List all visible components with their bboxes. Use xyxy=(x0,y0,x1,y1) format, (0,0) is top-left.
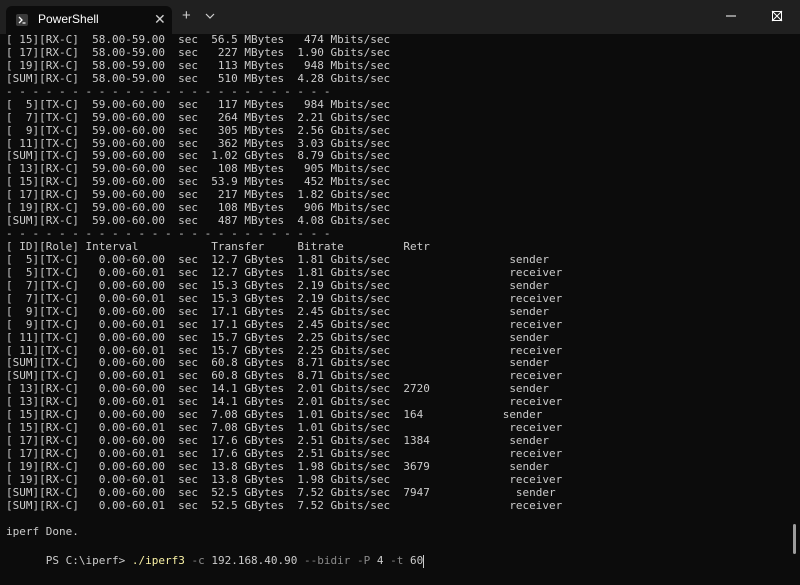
command-value: 192.168.40.90 xyxy=(204,554,298,567)
command-flag: -t xyxy=(383,554,404,567)
minimize-icon xyxy=(726,15,736,17)
command-value: 60 xyxy=(403,554,424,567)
tab-powershell[interactable]: PowerShell ✕ xyxy=(6,6,172,34)
output-lines: [ 15][RX-C] 58.00-59.00 sec 56.5 MBytes … xyxy=(6,33,563,539)
prompt-line[interactable]: PS C:\iperf> ./iperf3 -c 192.168.40.90 -… xyxy=(6,537,425,568)
output-line: [ 7][TX-C] 0.00-60.00 sec 15.3 GBytes 2.… xyxy=(6,278,550,292)
output-line: - - - - - - - - - - - - - - - - - - - - … xyxy=(6,84,331,98)
output-line: [SUM][RX-C] 58.00-59.00 sec 510 MBytes 4… xyxy=(6,71,391,85)
output-line: [ 5][TX-C] 59.00-60.00 sec 117 MBytes 98… xyxy=(6,97,391,111)
terminal-output[interactable]: [ 15][RX-C] 58.00-59.00 sec 56.5 MBytes … xyxy=(0,33,800,568)
close-button[interactable] xyxy=(754,0,800,32)
output-line: [ 9][TX-C] 0.00-60.01 sec 17.1 GBytes 2.… xyxy=(6,317,563,331)
tab-title: PowerShell xyxy=(38,12,99,26)
output-line: [ 19][RX-C] 58.00-59.00 sec 113 MBytes 9… xyxy=(6,58,391,72)
output-line: [ 15][RX-C] 58.00-59.00 sec 56.5 MBytes … xyxy=(6,33,391,46)
title-bar: PowerShell ✕ + xyxy=(0,0,800,34)
output-line: [ 9][TX-C] 59.00-60.00 sec 305 MBytes 2.… xyxy=(6,123,391,137)
new-tab-button[interactable]: + xyxy=(182,8,191,24)
output-line: [SUM][RX-C] 0.00-60.01 sec 52.5 GBytes 7… xyxy=(6,498,563,512)
output-line: [ 5][TX-C] 0.00-60.00 sec 12.7 GBytes 1.… xyxy=(6,252,550,266)
minimize-button[interactable] xyxy=(708,0,754,32)
output-line: [ 17][RX-C] 58.00-59.00 sec 227 MBytes 1… xyxy=(6,45,391,59)
command-flag: -c xyxy=(184,554,205,567)
terminal-window: PowerShell ✕ + [ 15][RX-C] 58.00-59.00 s… xyxy=(0,0,800,568)
command-value: 4 xyxy=(370,554,384,567)
prompt-prefix: PS C:\iperf> xyxy=(45,554,132,567)
output-line: [ 11][TX-C] 0.00-60.00 sec 15.7 GBytes 2… xyxy=(6,330,550,344)
output-line: [ 19][RX-C] 0.00-60.00 sec 13.8 GBytes 1… xyxy=(6,459,550,473)
output-line: [ 19][RX-C] 0.00-60.01 sec 13.8 GBytes 1… xyxy=(6,472,563,486)
output-line: [ 5][TX-C] 0.00-60.01 sec 12.7 GBytes 1.… xyxy=(6,265,563,279)
output-line: [ ID][Role] Interval Transfer Bitrate Re… xyxy=(6,240,430,253)
tab-close-icon[interactable]: ✕ xyxy=(154,10,166,28)
text-cursor xyxy=(423,554,425,568)
command-flag: --bidir xyxy=(297,554,351,567)
output-line: [ 17][RX-C] 0.00-60.01 sec 17.6 GBytes 2… xyxy=(6,447,563,460)
close-icon xyxy=(771,10,783,22)
command-arguments: -c 192.168.40.90 --bidir -P 4 -t 60 xyxy=(185,554,423,567)
output-line: [ 7][TX-C] 0.00-60.01 sec 15.3 GBytes 2.… xyxy=(6,291,563,305)
command-flag: -P xyxy=(350,554,371,567)
scrollbar-thumb[interactable] xyxy=(793,524,796,554)
command-name: ./iperf3 xyxy=(131,554,185,567)
output-line: [SUM][RX-C] 0.00-60.00 sec 52.5 GBytes 7… xyxy=(6,485,556,499)
output-line: [ 7][TX-C] 59.00-60.00 sec 264 MBytes 2.… xyxy=(6,110,391,124)
powershell-icon xyxy=(16,14,28,26)
chevron-down-icon[interactable] xyxy=(204,10,216,22)
output-line: [ 9][TX-C] 0.00-60.00 sec 17.1 GBytes 2.… xyxy=(6,304,550,318)
